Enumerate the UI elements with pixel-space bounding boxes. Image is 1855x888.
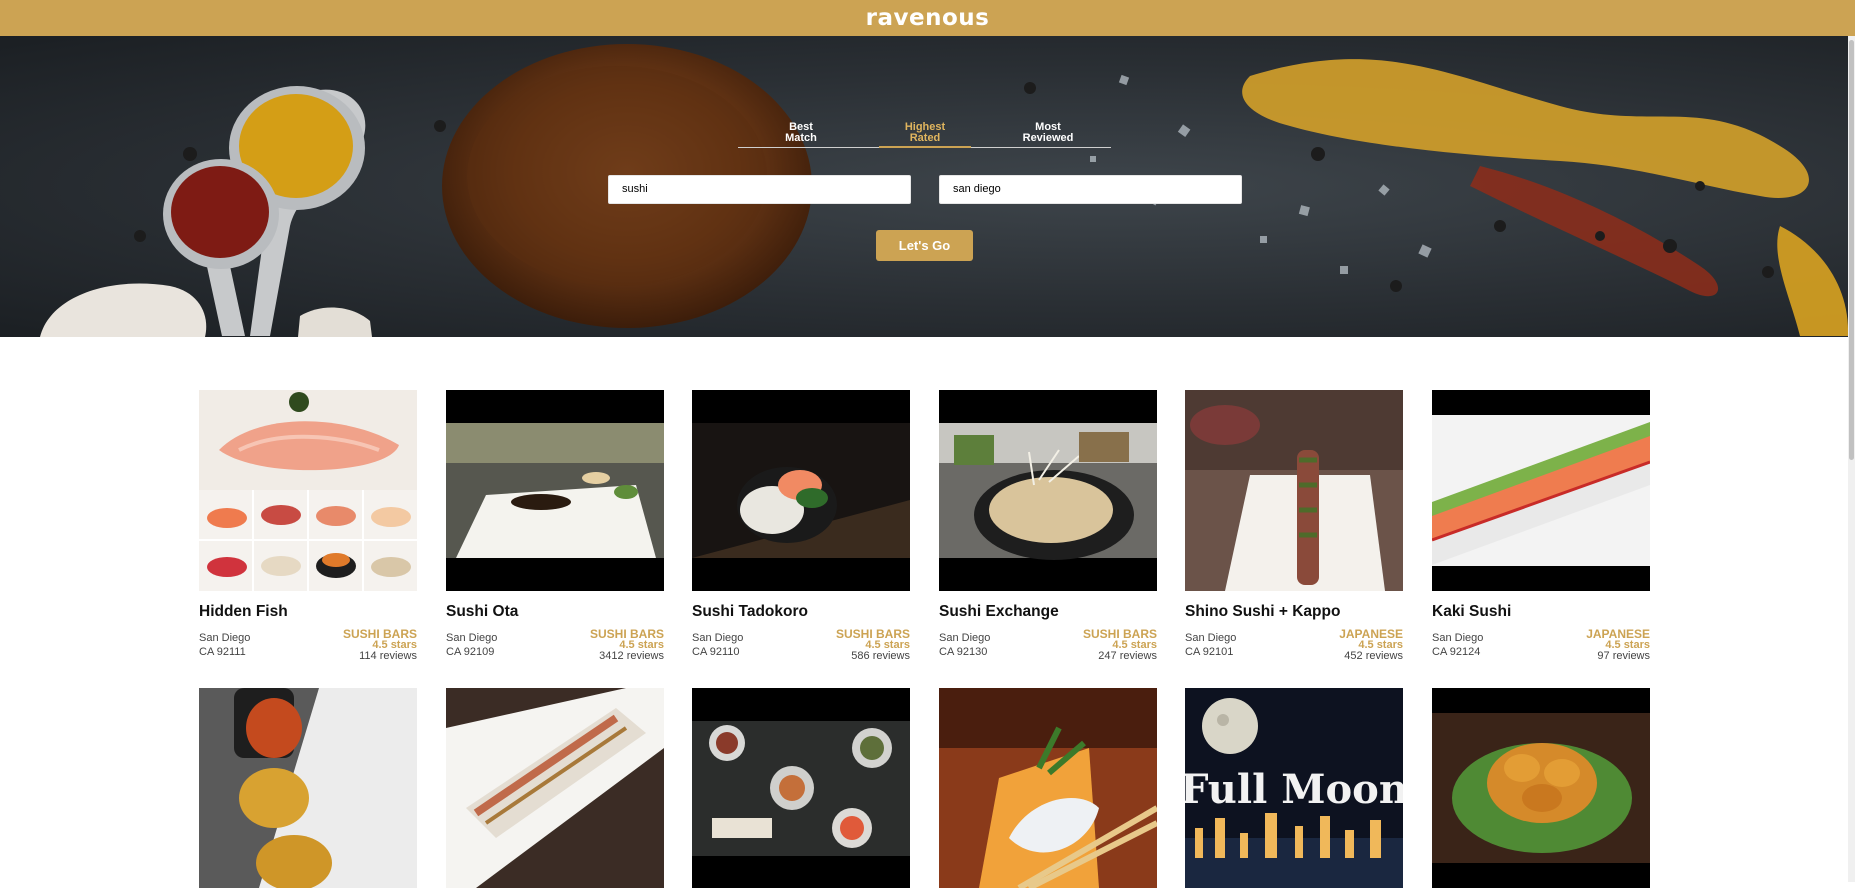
- business-card[interactable]: Sushi Exchange San Diego CA 92130 SUSHI …: [939, 390, 1157, 665]
- lets-go-button[interactable]: Let's Go: [876, 230, 973, 261]
- search-term-input[interactable]: sushi: [608, 175, 911, 204]
- business-review-count: 3412 reviews: [599, 650, 664, 662]
- top-bar: ravenous: [0, 0, 1855, 36]
- business-city: San Diego: [939, 632, 991, 644]
- scrollbar-thumb[interactable]: [1849, 40, 1854, 460]
- business-info: SUSHI BARS 4.5 stars 586 reviews: [836, 628, 910, 662]
- sort-option-highest-rated[interactable]: Highest Rated: [880, 122, 970, 144]
- business-review-count: 247 reviews: [1098, 650, 1157, 662]
- business-info: SUSHI BARS 4.5 stars 247 reviews: [1083, 628, 1157, 662]
- business-state-zip: CA 92110: [692, 646, 740, 658]
- business-photo: [1185, 390, 1403, 591]
- business-photo: Full Moon: [1185, 688, 1403, 888]
- business-state-zip: CA 92130: [939, 646, 988, 658]
- business-name: Sushi Ota: [446, 603, 519, 620]
- business-state-zip: CA 92109: [446, 646, 495, 658]
- search-hero: Best Match Highest Rated Most Reviewed s…: [0, 36, 1855, 337]
- business-card[interactable]: Kaki Sushi San Diego CA 92124 JAPANESE 4…: [1432, 390, 1650, 665]
- business-address: San Diego CA 92110: [692, 629, 743, 658]
- business-card[interactable]: Sushi Ota San Diego CA 92109 SUSHI BARS …: [446, 390, 664, 665]
- sort-option-most-reviewed[interactable]: Most Reviewed: [1003, 122, 1093, 144]
- business-photo: [199, 390, 417, 591]
- business-state-zip: CA 92101: [1185, 646, 1234, 658]
- business-address: San Diego CA 92111: [199, 629, 250, 658]
- business-photo: [1432, 688, 1650, 888]
- business-photo: [939, 688, 1157, 888]
- app-logo: ravenous: [865, 5, 990, 31]
- business-review-count: 97 reviews: [1597, 650, 1650, 662]
- business-state-zip: CA 92111: [199, 646, 246, 658]
- business-photo: [446, 390, 664, 591]
- business-name: Shino Sushi + Kappo: [1185, 603, 1341, 620]
- business-card[interactable]: [199, 688, 417, 888]
- business-photo: [692, 390, 910, 591]
- business-photo: [692, 688, 910, 888]
- business-name: Hidden Fish: [199, 603, 288, 620]
- business-address: San Diego CA 92130: [939, 629, 990, 658]
- sort-highest-rated-line2: Rated: [909, 132, 941, 144]
- business-card[interactable]: [446, 688, 664, 888]
- business-photo: [1432, 390, 1650, 591]
- business-review-count: 114 reviews: [359, 650, 417, 662]
- hero-background-image: [40, 44, 1849, 337]
- business-photo: [446, 688, 664, 888]
- sort-most-reviewed-line2: Reviewed: [1022, 132, 1074, 144]
- business-address: San Diego CA 92109: [446, 629, 497, 658]
- business-city: San Diego: [446, 632, 498, 644]
- business-card[interactable]: Hidden Fish San Diego CA 92111 SUSHI BAR…: [199, 390, 417, 665]
- business-card[interactable]: Shino Sushi + Kappo San Diego CA 92101 J…: [1185, 390, 1403, 665]
- sort-option-best-match[interactable]: Best Match: [756, 122, 846, 144]
- sort-best-match-line2: Match: [785, 132, 817, 144]
- search-location-input[interactable]: san diego: [939, 175, 1242, 204]
- business-name: Sushi Tadokoro: [692, 603, 808, 620]
- business-city: San Diego: [199, 632, 251, 644]
- business-name: Kaki Sushi: [1432, 603, 1512, 620]
- business-info: SUSHI BARS 4.5 stars 3412 reviews: [590, 628, 664, 662]
- business-city: San Diego: [1432, 632, 1484, 644]
- business-card[interactable]: [939, 688, 1157, 888]
- business-card[interactable]: [1432, 688, 1650, 888]
- sort-active-underline: [879, 146, 971, 148]
- business-photo: [199, 688, 417, 888]
- business-card[interactable]: Full Moon: [1185, 688, 1403, 888]
- business-name: Sushi Exchange: [939, 603, 1059, 620]
- business-card[interactable]: [692, 688, 910, 888]
- business-address: San Diego CA 92124: [1432, 629, 1483, 658]
- business-info: SUSHI BARS 4.5 stars 114 reviews: [343, 628, 417, 662]
- business-info: JAPANESE 4.5 stars 452 reviews: [1339, 628, 1403, 662]
- business-address: San Diego CA 92101: [1185, 629, 1236, 658]
- business-review-count: 586 reviews: [851, 650, 910, 662]
- business-info: JAPANESE 4.5 stars 97 reviews: [1586, 628, 1650, 662]
- full-moon-logo-text: Full Moon: [1185, 766, 1403, 813]
- business-photo: [939, 390, 1157, 591]
- business-review-count: 452 reviews: [1344, 650, 1403, 662]
- business-card[interactable]: Sushi Tadokoro San Diego CA 92110 SUSHI …: [692, 390, 910, 665]
- business-city: San Diego: [692, 632, 744, 644]
- business-state-zip: CA 92124: [1432, 646, 1481, 658]
- business-city: San Diego: [1185, 632, 1237, 644]
